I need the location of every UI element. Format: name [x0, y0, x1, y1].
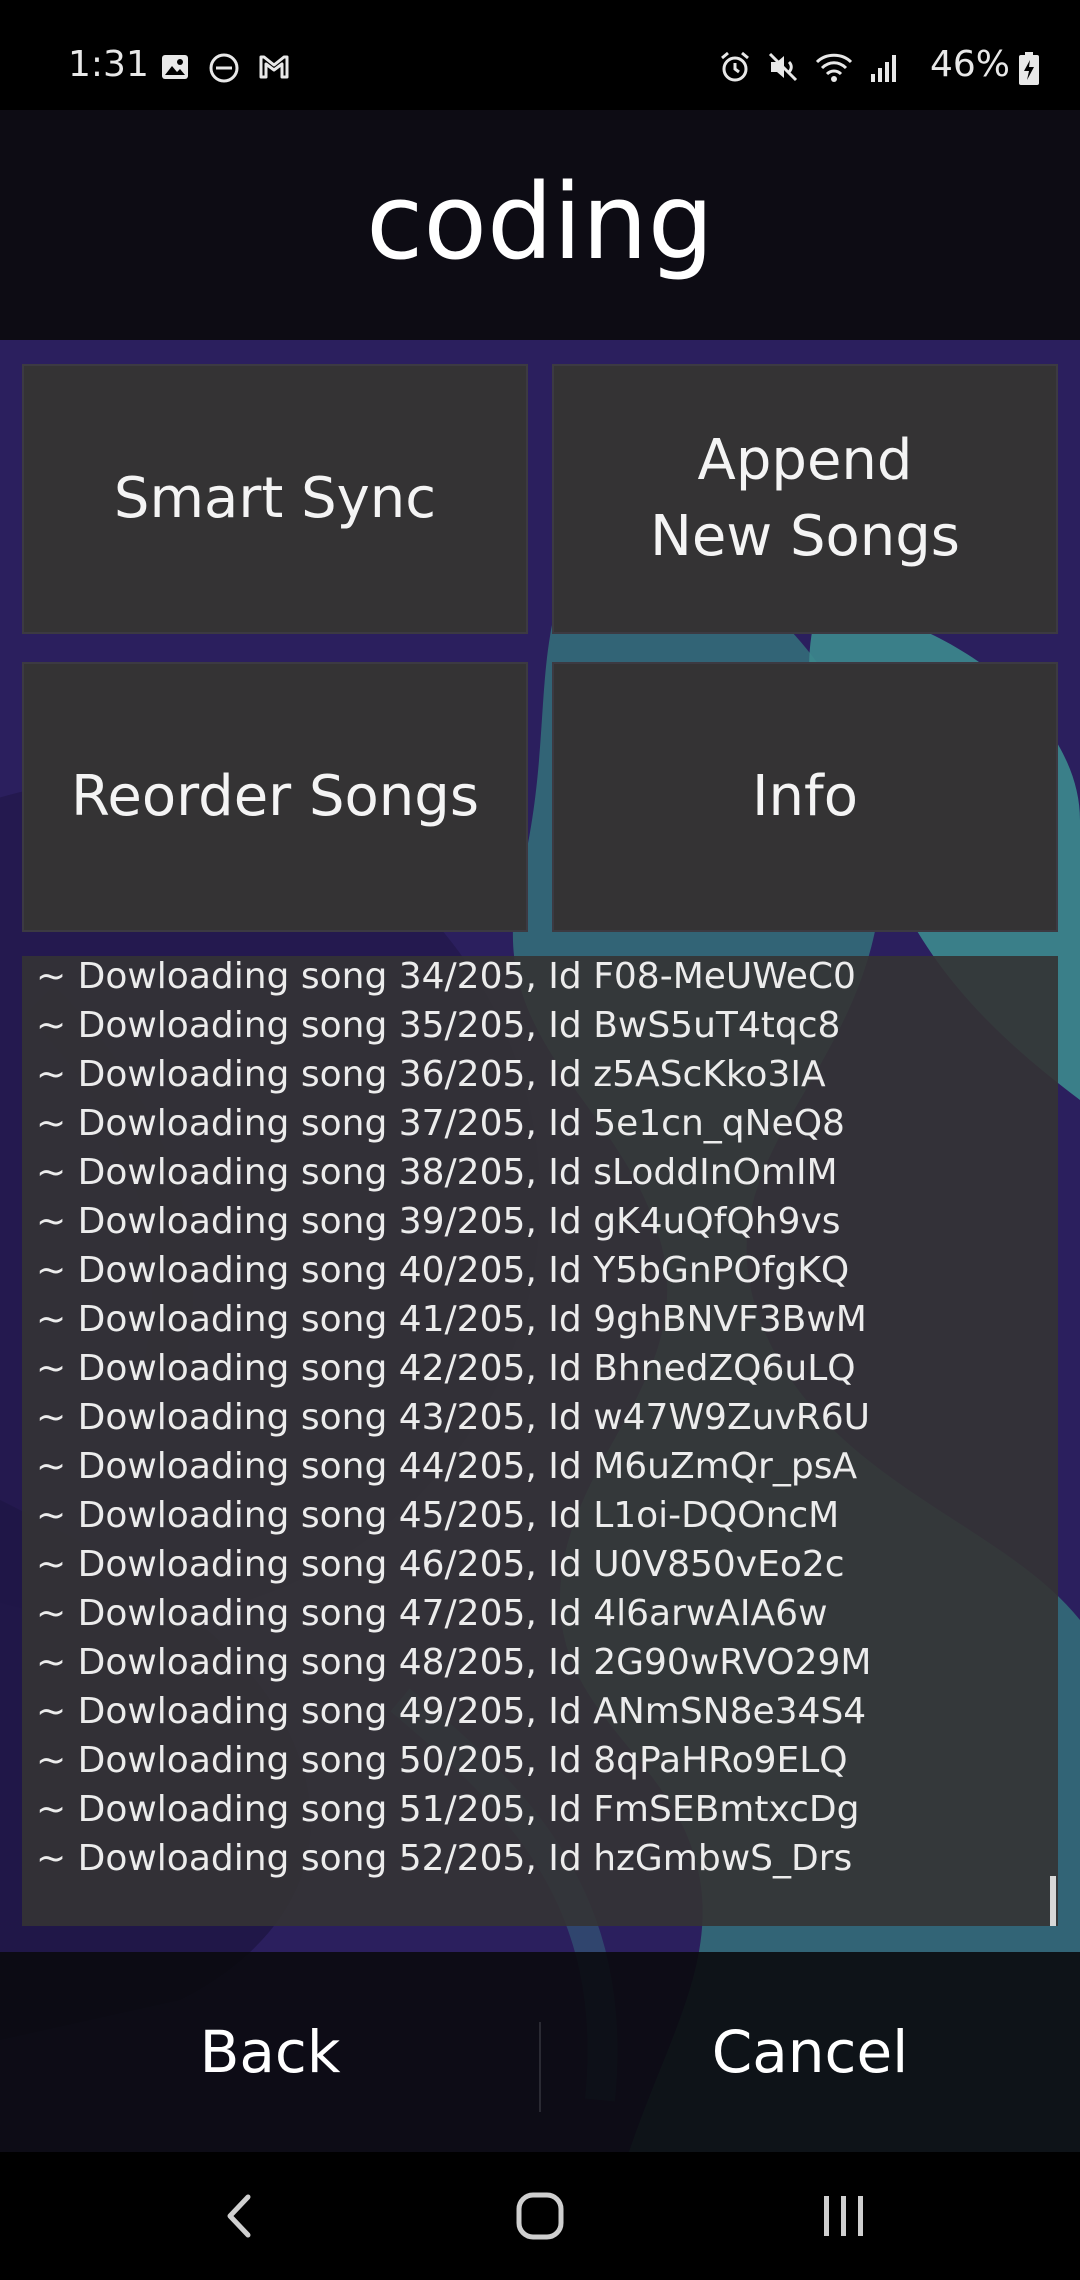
log-line: ~ Dowloading song 38/205, Id sLoddInOmIM [36, 1152, 838, 1193]
log-scrollbar[interactable] [1050, 1876, 1056, 1926]
log-line: ~ Dowloading song 47/205, Id 4l6arwAIA6w [36, 1593, 828, 1634]
log-line: ~ Dowloading song 52/205, Id hzGmbwS_Drs [36, 1838, 853, 1879]
log-line: ~ Dowloading song 44/205, Id M6uZmQr_psA [36, 1446, 858, 1487]
do-not-disturb-icon [209, 53, 239, 83]
nav-back-button[interactable] [140, 2152, 340, 2280]
log-line: ~ Dowloading song 37/205, Id 5e1cn_qNeQ8 [36, 1103, 845, 1144]
battery-percentage: 46% [929, 44, 1010, 85]
home-icon [516, 2192, 564, 2240]
cancel-button[interactable]: Cancel [540, 1952, 1080, 2152]
log-line: ~ Dowloading song 49/205, Id ANmSN8e34S4 [36, 1691, 867, 1732]
nav-recents-button[interactable] [744, 2152, 944, 2280]
navigation-bar [0, 2152, 1080, 2280]
page-title: coding [366, 161, 714, 283]
log-line: ~ Dowloading song 39/205, Id gK4uQfQh9vs [36, 1201, 841, 1242]
signal-icon [871, 55, 896, 82]
info-button[interactable]: Info [552, 662, 1058, 932]
screen: 1:31 46% coding Smart Sync Append New So… [0, 0, 1080, 2280]
recents-icon [824, 2196, 863, 2236]
log-line: ~ Dowloading song 42/205, Id BhnedZQ6uLQ [36, 1348, 856, 1389]
image-icon [162, 55, 188, 79]
log-line: ~ Dowloading song 50/205, Id 8qPaHRo9ELQ [36, 1740, 848, 1781]
log-line: ~ Dowloading song 46/205, Id U0V850vEo2c [36, 1544, 845, 1585]
status-time: 1:31 [68, 44, 149, 85]
log-line: ~ Dowloading song 43/205, Id w47W9ZuvR6U [36, 1397, 870, 1438]
log-line: ~ Dowloading song 34/205, Id F08-MeUWeC0 [36, 956, 856, 997]
nav-back-icon [227, 2194, 251, 2238]
battery-charging-icon [1019, 52, 1039, 85]
alarm-icon [721, 51, 749, 82]
log-line: ~ Dowloading song 41/205, Id 9ghBNVF3BwM [36, 1299, 867, 1340]
status-bar: 1:31 46% [0, 0, 1080, 110]
log-line: ~ Dowloading song 51/205, Id FmSEBmtxcDg [36, 1789, 860, 1830]
log-line: ~ Dowloading song 40/205, Id Y5bGnPOfgKQ [36, 1250, 850, 1291]
reorder-songs-button[interactable]: Reorder Songs [22, 662, 528, 932]
log-line: ~ Dowloading song 35/205, Id BwS5uT4tqc8 [36, 1005, 841, 1046]
log-line: ~ Dowloading song 48/205, Id 2G90wRVO29M [36, 1642, 872, 1683]
nav-home-button[interactable] [440, 2152, 640, 2280]
bottom-action-bar: Back Cancel [0, 1952, 1080, 2152]
log-list: ~ Dowloading song 34/205, Id F08-MeUWeC0… [36, 956, 872, 1883]
gmail-icon [259, 55, 289, 79]
status-system-icons [718, 50, 902, 84]
mute-icon [768, 52, 798, 82]
smart-sync-button[interactable]: Smart Sync [22, 364, 528, 634]
log-line: ~ Dowloading song 45/205, Id L1oi-DQOncM [36, 1495, 840, 1536]
back-button[interactable]: Back [0, 1952, 540, 2152]
wifi-icon [815, 53, 853, 82]
log-line: ~ Dowloading song 36/205, Id z5AScKko3IA [36, 1054, 826, 1095]
download-log[interactable]: ~ Dowloading song 34/205, Id F08-MeUWeC0… [22, 956, 1058, 1926]
append-new-songs-button[interactable]: Append New Songs [552, 364, 1058, 634]
status-notification-icons [160, 52, 290, 84]
